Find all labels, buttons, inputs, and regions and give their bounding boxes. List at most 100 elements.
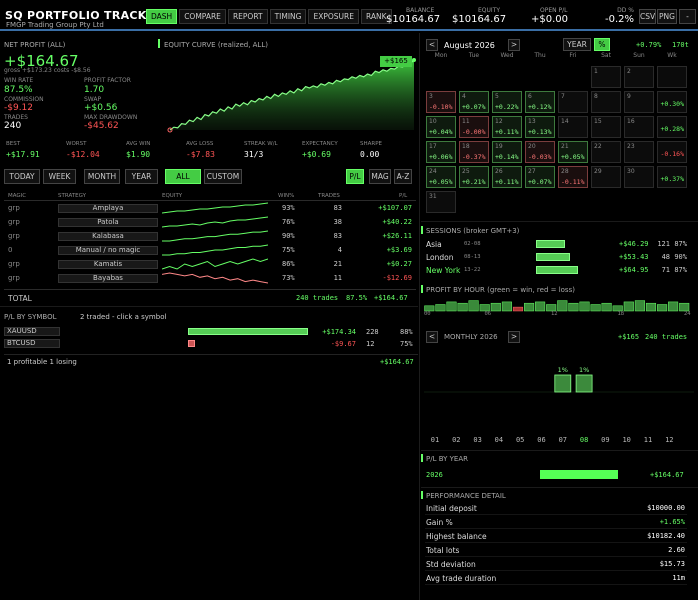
calendar-next-button[interactable]: > (508, 39, 520, 51)
monthly-trades: 240 trades (645, 333, 688, 341)
calendar-day[interactable]: 20 -0.03% (525, 141, 555, 163)
balance-stat: BALANCE $10164.67 (386, 7, 440, 25)
byyear-bar (540, 470, 618, 479)
tab-dash[interactable]: DASH (146, 9, 178, 24)
monthly-prev-button[interactable]: < (426, 331, 438, 343)
symbol-trades: 228 (366, 328, 379, 336)
calendar-day[interactable]: 17 +0.06% (426, 141, 456, 163)
calendar-day[interactable]: 4 +0.07% (459, 91, 489, 113)
day-pct: +0.14% (495, 153, 519, 161)
hour-bar (623, 301, 634, 312)
png-button[interactable]: PNG (657, 9, 677, 24)
day-number: 9 (627, 93, 631, 100)
period-month[interactable]: MONTH (84, 169, 120, 184)
row-strategy[interactable]: Amplaya (58, 204, 158, 213)
day-number: 23 (627, 143, 635, 150)
period-today[interactable]: TODAY (4, 169, 40, 184)
calendar-day[interactable]: 30 (624, 166, 654, 188)
calendar-day[interactable]: 23 (624, 141, 654, 163)
mode-pl[interactable]: P/L (346, 169, 364, 184)
week-pct: -0.16% (660, 150, 684, 158)
calendar-day[interactable]: 21 +0.05% (558, 141, 588, 163)
calendar-day[interactable]: 1 (591, 66, 621, 88)
calendar-day[interactable]: 18 -0.37% (459, 141, 489, 163)
period-all[interactable]: ALL (165, 169, 201, 184)
period-week[interactable]: WEEK (43, 169, 76, 184)
session-row: New York 13-22 +$64.95 71 87% (421, 264, 691, 276)
symbol-name[interactable]: XAUUSD (4, 327, 60, 336)
calendar-day[interactable]: 24 +0.05% (426, 166, 456, 188)
calendar-day[interactable]: 27 +0.07% (525, 166, 555, 188)
day-number: 20 (528, 143, 536, 150)
calendar-day[interactable]: 6 +0.12% (525, 91, 555, 113)
weekday-label: Sun (633, 52, 645, 59)
session-hours: 08-13 (464, 254, 481, 260)
symbol-row[interactable]: XAUUSD +$174.34 228 88% (4, 326, 418, 337)
table-row[interactable]: grp Amplaya 93% 83 +$107.07 (4, 202, 416, 215)
day-pct: +0.05% (561, 153, 585, 161)
day-number: 8 (594, 93, 598, 100)
tab-timing[interactable]: TIMING (269, 9, 307, 24)
summary-label: BEST (6, 141, 21, 147)
perf-row: Total lots 2.60 (421, 544, 687, 557)
hour-tick: 06 (484, 311, 492, 317)
summary-label: WORST (66, 141, 87, 147)
period-year[interactable]: YEAR (125, 169, 158, 184)
tab-compare[interactable]: COMPARE (179, 9, 226, 24)
mode-az[interactable]: A-Z (394, 169, 412, 184)
day-number: 7 (561, 93, 565, 100)
calendar-day[interactable]: 15 (591, 116, 621, 138)
calendar-day[interactable]: 2 (624, 66, 654, 88)
tab-report[interactable]: REPORT (227, 9, 268, 24)
calendar-day[interactable]: 12 +0.11% (492, 116, 522, 138)
monthly-next-button[interactable]: > (508, 331, 520, 343)
company-name: FMGP Trading Group Pty Ltd (6, 21, 104, 29)
calendar-prev-button[interactable]: < (426, 39, 438, 51)
mode-mag[interactable]: MAG (369, 169, 391, 184)
calendar-pct-button[interactable]: % (594, 38, 610, 51)
perf-value: $15.73 (659, 560, 685, 568)
commission-label: COMMISSION (4, 96, 44, 103)
calendar-day[interactable]: 14 (558, 116, 588, 138)
session-row: London 08-13 +$53.43 48 90% (421, 251, 691, 263)
calendar-year-button[interactable]: YEAR (563, 38, 591, 51)
table-header-divider (4, 200, 416, 201)
symbol-row[interactable]: BTCUSD -$9.67 12 75% (4, 338, 418, 349)
calendar-day[interactable]: 22 (591, 141, 621, 163)
row-trades: 83 (333, 204, 342, 212)
calendar-day[interactable]: 16 (624, 116, 654, 138)
calendar-day[interactable]: 26 +0.11% (492, 166, 522, 188)
perf-row: Gain % +1.65% (421, 516, 687, 529)
row-strategy[interactable]: Patola (58, 218, 158, 227)
calendar-day[interactable]: 8 (591, 91, 621, 113)
calendar-day[interactable]: 5 +0.22% (492, 91, 522, 113)
day-pct: +0.05% (429, 178, 453, 186)
calendar-day[interactable]: 28 -0.11% (558, 166, 588, 188)
minimize-button[interactable]: - (679, 9, 696, 24)
calendar-day[interactable]: 29 (591, 166, 621, 188)
csv-button[interactable]: CSV (639, 9, 656, 24)
total-divider (4, 289, 416, 290)
summary-stats: BEST +$17.91 WORST -$12.04 AVG WIN $1.90 AVG L… (0, 140, 416, 162)
col-strategy: STRATEGY (58, 193, 86, 199)
period-custom[interactable]: CUSTOM (204, 169, 242, 184)
calendar-day[interactable]: 19 +0.14% (492, 141, 522, 163)
table-row[interactable]: grp Patola 76% 38 +$40.22 (4, 216, 416, 229)
monthly-pl: +$165 (618, 333, 640, 341)
calendar-day[interactable]: 7 (558, 91, 588, 113)
weekday-label: Wk (667, 52, 677, 59)
calendar-day[interactable]: 25 +0.21% (459, 166, 489, 188)
day-number: 27 (528, 168, 536, 175)
calendar-day[interactable]: 11 -0.00% (459, 116, 489, 138)
calendar-day[interactable]: 3 -0.10% (426, 91, 456, 113)
hour-bar (645, 302, 657, 312)
calendar-day[interactable]: 13 +0.13% (525, 116, 555, 138)
tab-exposure[interactable]: EXPOSURE (308, 9, 359, 24)
calendar-day[interactable]: 10 +0.04% (426, 116, 456, 138)
calendar-day[interactable]: 9 (624, 91, 654, 113)
calendar-day[interactable]: 31 (426, 191, 456, 213)
perf-row-line (425, 514, 687, 515)
trades-label: TRADES (4, 114, 28, 121)
equity-curve-label: EQUITY CURVE (realized, ALL) (164, 41, 268, 49)
symbol-name[interactable]: BTCUSD (4, 339, 60, 348)
